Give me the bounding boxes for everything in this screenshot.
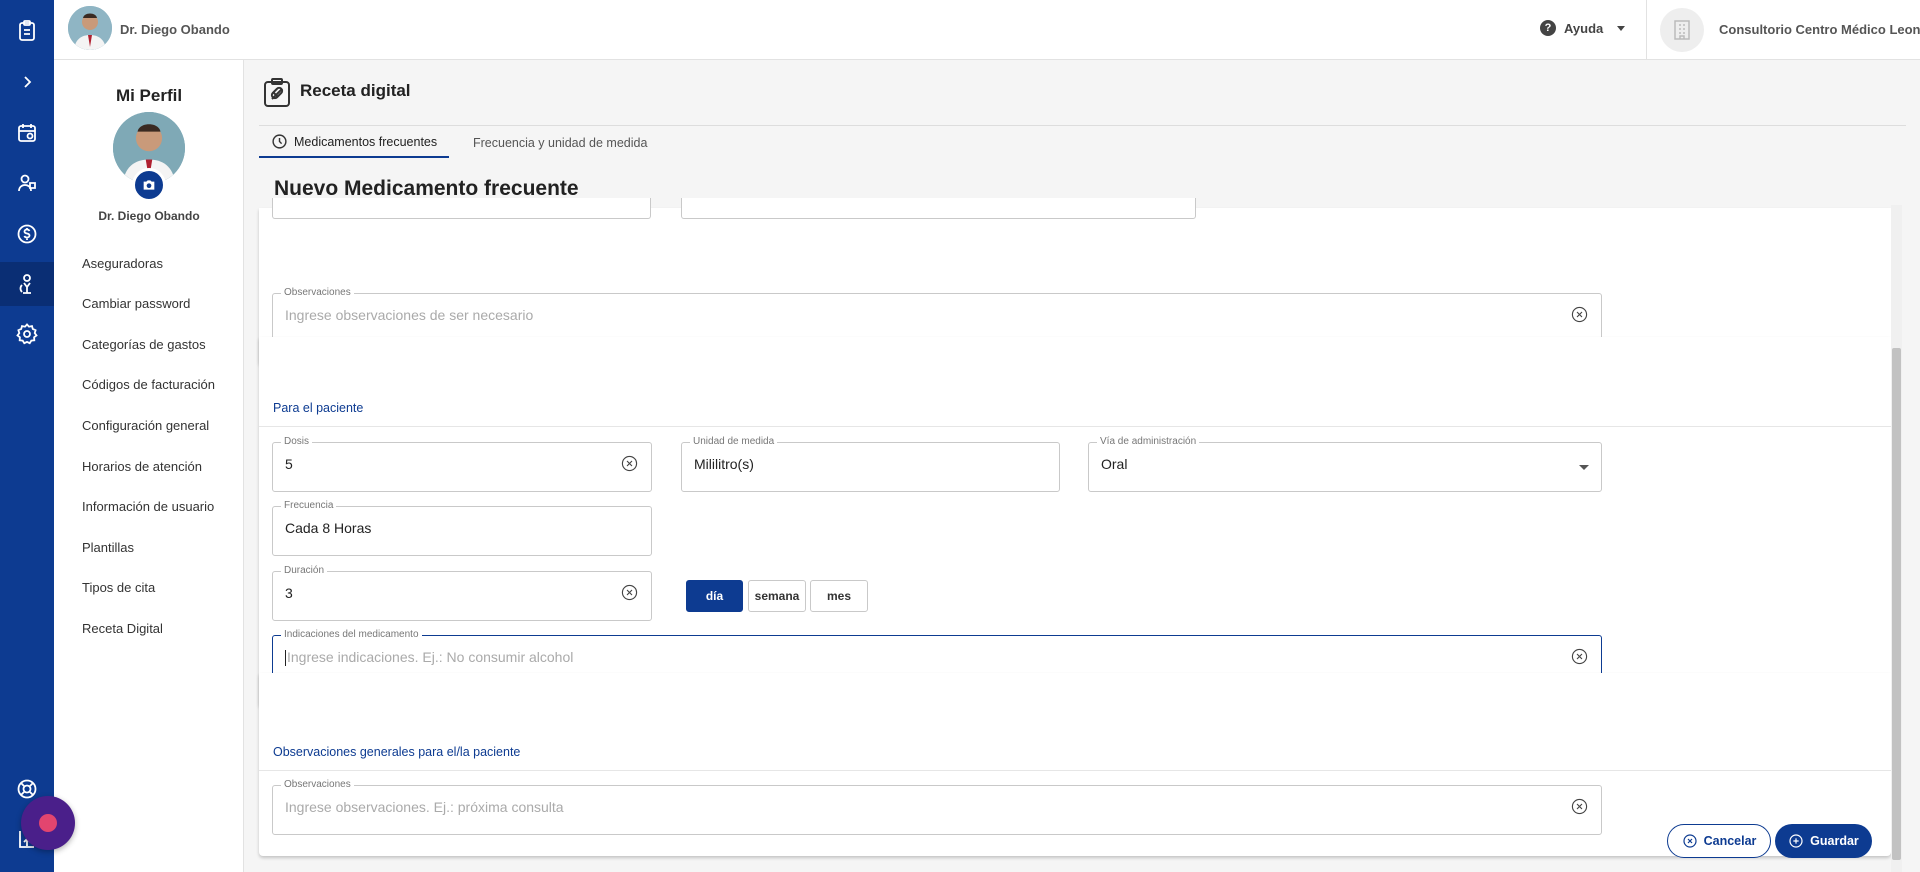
caret-down-icon (1617, 25, 1626, 31)
tab-label: Medicamentos frecuentes (294, 134, 438, 149)
help-menu[interactable]: ? Ayuda (1540, 20, 1626, 36)
indicaciones-label: Indicaciones del medicamento (281, 629, 422, 640)
cancel-icon (1682, 834, 1697, 848)
help-label: Ayuda (1564, 20, 1604, 36)
main-content: Receta digital Medicamentos frecuentes F… (245, 60, 1906, 872)
clock-icon (272, 134, 287, 149)
menu-item-plantillas[interactable]: Plantillas (82, 540, 134, 555)
menu-item-informacion-usuario[interactable]: Información de usuario (82, 499, 214, 514)
settings-icon[interactable] (0, 312, 54, 356)
clipboard-icon[interactable] (0, 9, 54, 53)
observaciones-label: Observaciones (281, 287, 354, 298)
camera-icon[interactable] (132, 168, 166, 202)
clear-icon[interactable] (621, 584, 638, 601)
card-divider (259, 770, 1891, 771)
observaciones-field[interactable]: Observaciones Ingrese observaciones de s… (272, 287, 1602, 343)
observaciones-generales-placeholder: Ingrese observaciones. Ej.: próxima cons… (285, 799, 564, 815)
tab-label: Frecuencia y unidad de medida (473, 135, 648, 150)
patient-heading: Para el paciente (273, 401, 364, 415)
menu-item-receta-digital[interactable]: Receta Digital (82, 621, 163, 636)
menu-item-horarios-atencion[interactable]: Horarios de atención (82, 459, 202, 474)
observaciones-generales-label: Observaciones (281, 779, 354, 790)
chevron-right-icon[interactable] (0, 60, 54, 104)
dropdown-arrow-icon[interactable] (1579, 465, 1589, 470)
dosis-label: Dosis (281, 436, 313, 447)
medication-field-top-left[interactable] (272, 198, 651, 219)
frecuencia-value: Cada 8 Horas (285, 520, 372, 536)
menu-item-categorias-gastos[interactable]: Categorías de gastos (82, 337, 206, 352)
clear-icon[interactable] (1571, 306, 1588, 323)
menu-item-codigos-facturacion[interactable]: Códigos de facturación (82, 377, 215, 392)
record-dot-icon (39, 814, 57, 832)
observaciones-placeholder: Ingrese observaciones de ser necesario (285, 307, 534, 323)
profile-sidebar: Mi Perfil Dr. Diego Obando Aseguradoras … (54, 60, 244, 872)
clear-icon[interactable] (1571, 798, 1588, 815)
duracion-field[interactable]: Duración 3 (272, 565, 652, 621)
via-administracion-select[interactable]: Vía de administración Oral (1088, 436, 1602, 492)
patient-card: Para el paciente Dosis 5 Unidad de medid… (259, 337, 1891, 707)
dosis-field[interactable]: Dosis 5 (272, 436, 652, 492)
general-observations-card: Observaciones generales para el/la pacie… (259, 673, 1891, 856)
observaciones-generales-field[interactable]: Observaciones Ingrese observaciones. Ej.… (272, 779, 1602, 835)
duracion-value: 3 (285, 585, 293, 601)
scrollbar-thumb[interactable] (1892, 348, 1901, 860)
medication-field-top-right[interactable] (681, 198, 1196, 219)
clinic-logo[interactable] (1660, 8, 1704, 52)
frecuencia-field[interactable]: Frecuencia Cada 8 Horas (272, 500, 652, 556)
via-value: Oral (1101, 456, 1128, 472)
profile-name: Dr. Diego Obando (98, 209, 200, 223)
divider (1646, 0, 1647, 60)
scrollbar[interactable] (1891, 205, 1902, 872)
frecuencia-label: Frecuencia (281, 500, 337, 511)
doctor-name[interactable]: Dr. Diego Obando (120, 22, 230, 37)
help-icon: ? (1540, 20, 1556, 36)
clear-icon[interactable] (621, 455, 638, 472)
patients-icon[interactable] (0, 161, 54, 205)
duracion-label: Duración (281, 565, 328, 576)
tabs-divider (259, 125, 1906, 126)
topbar: Dr. Diego Obando ? Ayuda Consultorio Cen… (54, 0, 1920, 60)
prescription-icon (263, 78, 291, 108)
page-title: Receta digital (300, 81, 411, 100)
duration-week-button[interactable]: semana (748, 580, 806, 612)
menu-item-configuracion-general[interactable]: Configuración general (82, 418, 209, 433)
general-heading: Observaciones generales para el/la pacie… (273, 745, 521, 759)
save-label: Guardar (1810, 834, 1859, 848)
menu-item-aseguradoras[interactable]: Aseguradoras (82, 256, 163, 271)
unidad-value: Mililitro(s) (694, 456, 754, 472)
unidad-medida-field[interactable]: Unidad de medida Mililitro(s) (681, 436, 1060, 492)
add-icon (1789, 834, 1803, 848)
menu-item-cambiar-password[interactable]: Cambiar password (82, 296, 190, 311)
building-icon (1674, 20, 1690, 40)
duration-month-button[interactable]: mes (810, 580, 868, 612)
via-label: Vía de administración (1097, 436, 1200, 447)
clinic-name[interactable]: Consultorio Centro Médico Leon (1719, 22, 1920, 37)
profile-title: Mi Perfil (115, 86, 183, 105)
unidad-label: Unidad de medida (690, 436, 778, 447)
clear-icon[interactable] (1571, 648, 1588, 665)
doctor-icon[interactable] (0, 262, 54, 306)
app-rail (0, 0, 54, 872)
calendar-icon[interactable] (0, 111, 54, 155)
save-button[interactable]: Guardar (1775, 824, 1872, 858)
indicaciones-placeholder: Ingrese indicaciones. Ej.: No consumir a… (287, 649, 574, 665)
cancel-button[interactable]: Cancelar (1667, 824, 1771, 858)
billing-icon[interactable] (0, 212, 54, 256)
tab-frecuencia-unidad[interactable]: Frecuencia y unidad de medida (461, 127, 659, 158)
tab-medicamentos-frecuentes[interactable]: Medicamentos frecuentes (259, 127, 450, 158)
recording-button[interactable] (21, 796, 75, 850)
avatar[interactable] (68, 6, 112, 50)
cancel-label: Cancelar (1703, 834, 1757, 848)
duration-day-button[interactable]: día (686, 580, 743, 612)
card-divider (259, 426, 1891, 427)
menu-item-tipos-cita[interactable]: Tipos de cita (82, 580, 155, 595)
text-cursor (285, 650, 286, 667)
dosis-value: 5 (285, 456, 293, 472)
